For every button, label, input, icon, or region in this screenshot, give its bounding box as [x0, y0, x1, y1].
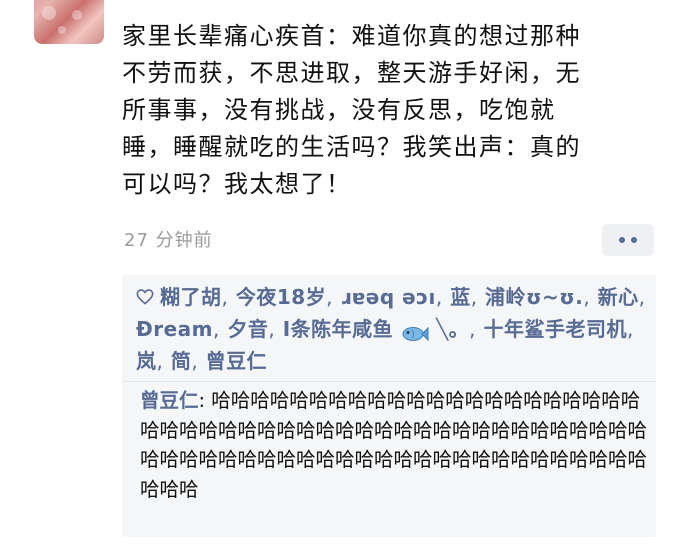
- like-separator: ,: [470, 285, 478, 309]
- like-separator: ,: [435, 285, 443, 309]
- like-user-name[interactable]: 今夜18岁: [236, 285, 326, 309]
- like-user-name[interactable]: ɹɐəq əɔı: [341, 285, 436, 309]
- post-line: 可以吗？我太想了！: [122, 170, 352, 198]
- commenter-name[interactable]: 曾豆仁: [140, 389, 199, 412]
- like-user-name[interactable]: 岚: [136, 349, 157, 373]
- heart-outline-icon: [136, 281, 154, 313]
- like-user-name[interactable]: 糊了胡: [160, 285, 222, 309]
- like-user-name[interactable]: 简: [171, 349, 192, 373]
- like-separator: ,: [469, 317, 476, 341]
- like-separator: ,: [583, 285, 591, 309]
- like-user-name-text: I条陈年咸鱼: [282, 317, 394, 341]
- fish-emoji-icon: [401, 321, 429, 341]
- like-separator: ,: [213, 317, 220, 341]
- like-user-name[interactable]: ╲。: [436, 317, 469, 341]
- more-dot-icon: [619, 237, 625, 243]
- like-separator: ,: [191, 349, 199, 373]
- like-user-name[interactable]: 新心: [598, 285, 639, 309]
- like-user-name[interactable]: 蓝: [450, 285, 471, 309]
- author-avatar[interactable]: [34, 0, 104, 44]
- likes-comments-divider: [122, 381, 656, 382]
- author-name[interactable]: · · ·: [122, 0, 212, 2]
- post-line: 不劳而获，不思进取，整天游手好闲，无: [122, 59, 581, 87]
- like-user-name[interactable]: I条陈年咸鱼: [283, 317, 429, 341]
- more-dot-icon: [631, 237, 637, 243]
- like-separator: ,: [626, 317, 634, 341]
- post-line: 所事事，没有挑战，没有反思，吃饱就: [122, 96, 556, 124]
- comment-text: 哈哈哈哈哈哈哈哈哈哈哈哈哈哈哈哈哈哈哈哈哈哈哈哈哈哈哈哈哈哈哈哈哈哈哈哈哈哈哈哈…: [140, 389, 648, 501]
- comment-colon: :: [198, 389, 206, 412]
- like-separator: ,: [326, 285, 334, 309]
- like-user-name[interactable]: Ðream: [136, 317, 213, 341]
- like-user-name[interactable]: 十年鲨手老司机: [483, 317, 627, 341]
- comment-item[interactable]: 曾豆仁: 哈哈哈哈哈哈哈哈哈哈哈哈哈哈哈哈哈哈哈哈哈哈哈哈哈哈哈哈哈哈哈哈哈哈哈…: [140, 386, 648, 504]
- like-separator: ,: [221, 285, 229, 309]
- like-user-name[interactable]: 曾豆仁: [206, 349, 268, 373]
- like-user-name[interactable]: 夕音: [227, 317, 268, 341]
- post-line: 睡，睡醒就吃的生活吗？我笑出声：真的: [122, 133, 581, 161]
- interaction-panel: 糊了胡, 今夜18岁, ɹɐəq əɔı, 蓝, 浦岭ʊ~ʊ., 新心, Ðre…: [122, 275, 656, 537]
- like-user-name[interactable]: 浦岭ʊ~ʊ.: [485, 285, 583, 309]
- more-actions-button[interactable]: [602, 224, 654, 256]
- post-timestamp: 27 分钟前: [124, 230, 213, 251]
- likes-list: 糊了胡, 今夜18岁, ɹɐəq əɔı, 蓝, 浦岭ʊ~ʊ., 新心, Ðre…: [136, 281, 646, 377]
- post-line: 家里长辈痛心疾首：难道你真的想过那种: [122, 22, 581, 50]
- like-separator: ,: [268, 317, 276, 341]
- like-separator: ,: [156, 349, 164, 373]
- post-body: 家里长辈痛心疾首：难道你真的想过那种 不劳而获，不思进取，整天游手好闲，无 所事…: [122, 18, 652, 203]
- like-separator: ,: [638, 285, 646, 309]
